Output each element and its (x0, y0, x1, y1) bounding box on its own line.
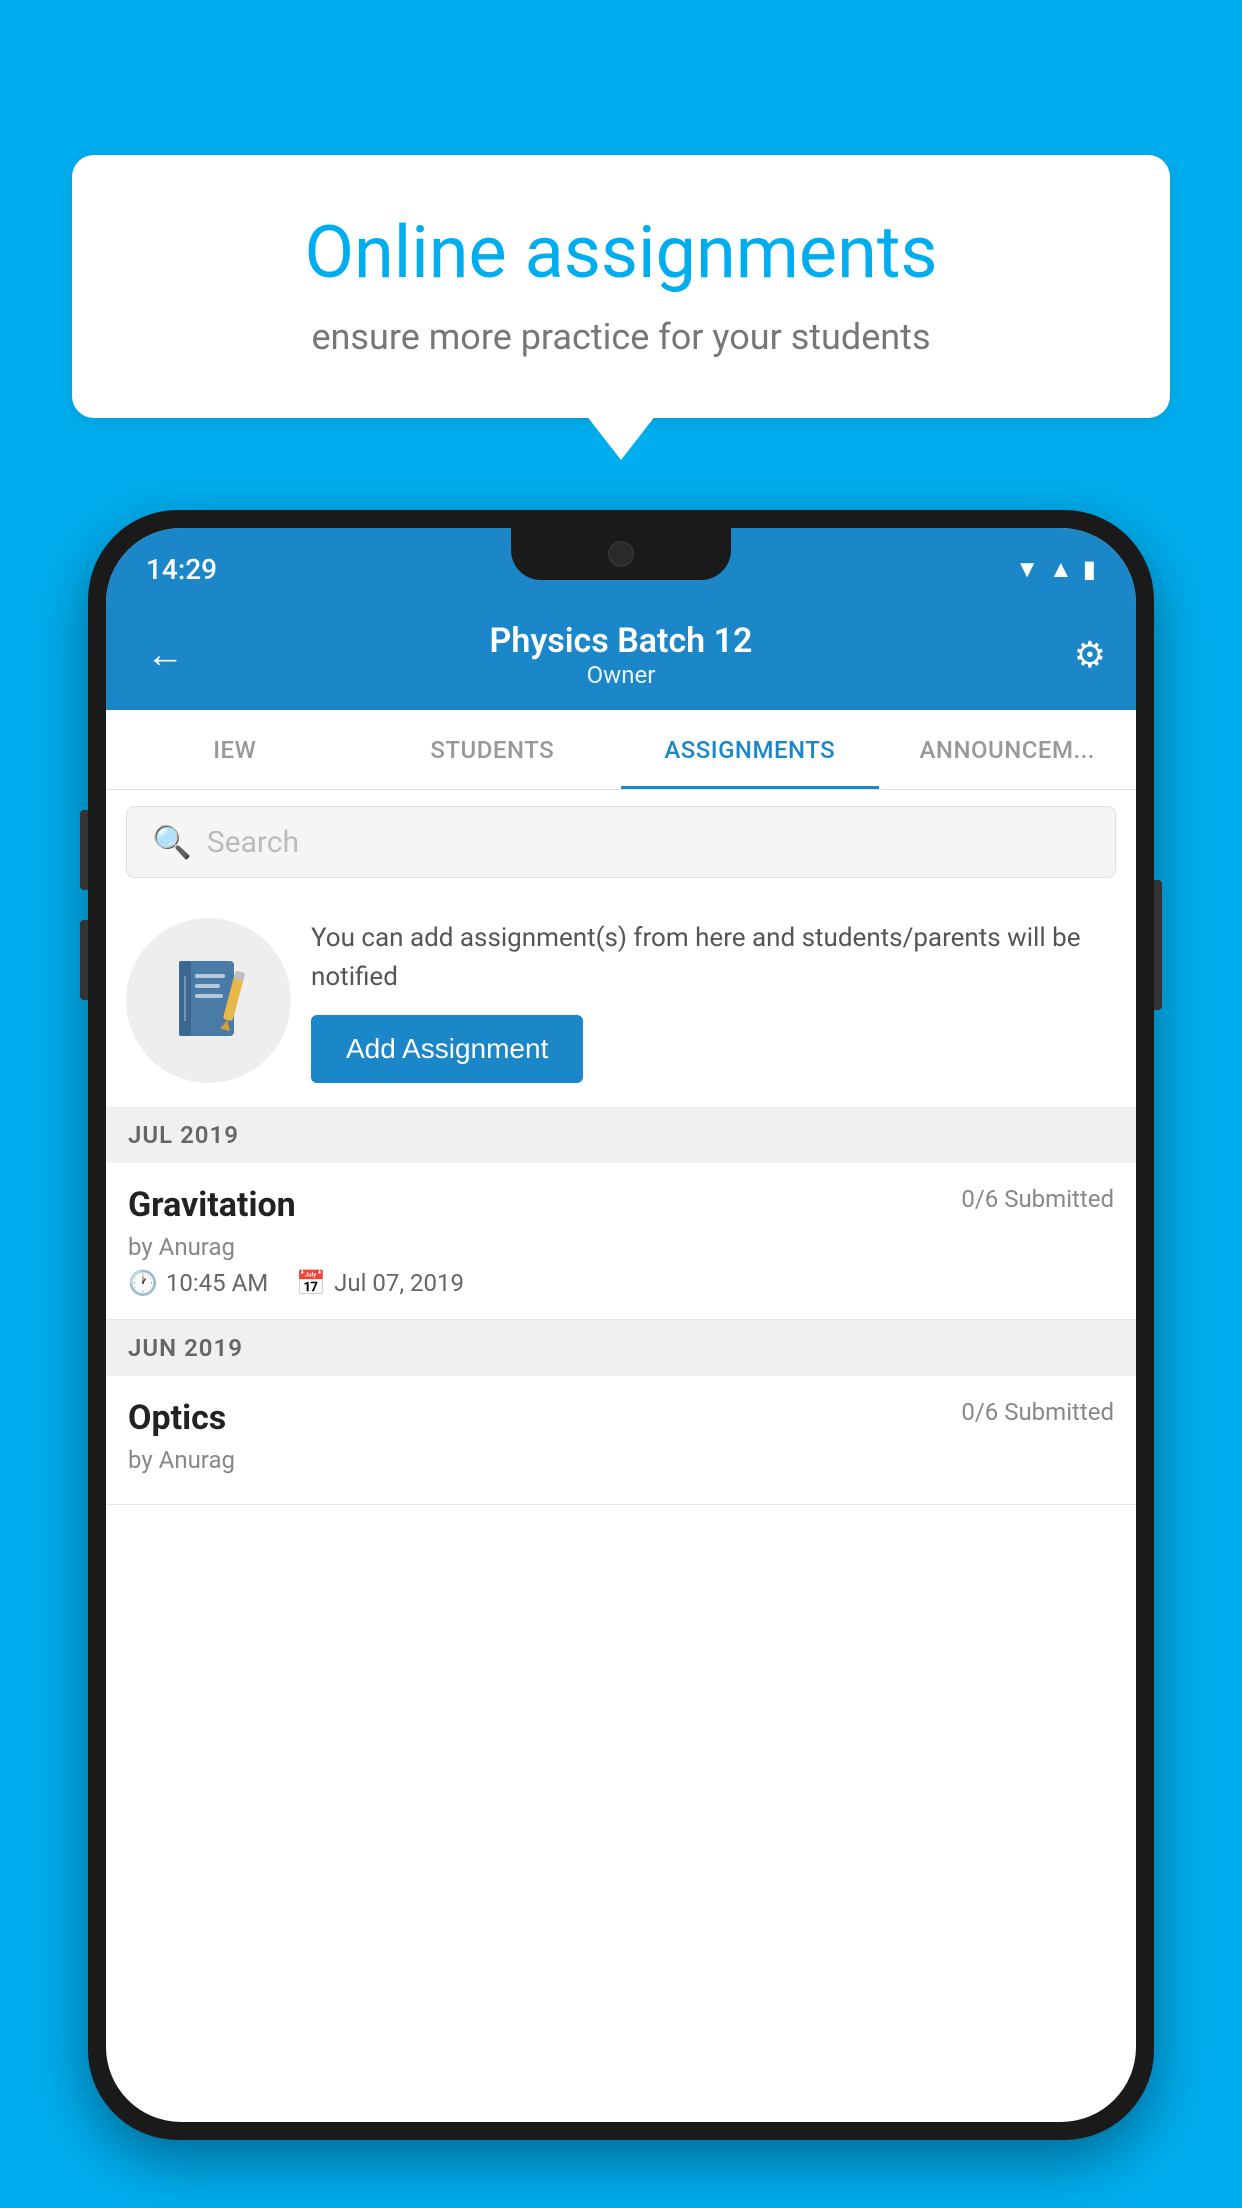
assignment-item-gravitation[interactable]: Gravitation 0/6 Submitted by Anurag 🕐 10… (106, 1163, 1136, 1320)
promo-section: You can add assignment(s) from here and … (106, 894, 1136, 1107)
promo-icon-circle (126, 918, 291, 1083)
speech-bubble-container: Online assignments ensure more practice … (72, 155, 1170, 418)
header-subtitle: Owner (490, 661, 753, 689)
tab-assignments[interactable]: ASSIGNMENTS (621, 710, 879, 789)
search-placeholder: Search (207, 825, 299, 860)
clock-icon: 🕐 (128, 1269, 158, 1297)
calendar-icon: 📅 (296, 1269, 326, 1297)
app-header: ← Physics Batch 12 Owner ⚙ (106, 600, 1136, 710)
assignment-item-optics[interactable]: Optics 0/6 Submitted by Anurag (106, 1376, 1136, 1505)
speech-bubble-title: Online assignments (132, 210, 1110, 296)
search-bar[interactable]: 🔍 Search (126, 806, 1116, 878)
header-title-container: Physics Batch 12 Owner (490, 621, 753, 689)
tab-overview[interactable]: IEW (106, 710, 364, 789)
assignment-date-value: Jul 07, 2019 (334, 1269, 464, 1297)
assignment-top-row: Gravitation 0/6 Submitted (128, 1185, 1114, 1225)
power-button (1154, 880, 1162, 1010)
promo-content: You can add assignment(s) from here and … (311, 919, 1116, 1083)
assignment-submitted-optics: 0/6 Submitted (961, 1398, 1114, 1426)
month-header-jun: JUN 2019 (106, 1320, 1136, 1376)
assignment-by: by Anurag (128, 1233, 1114, 1261)
notebook-svg-icon (169, 956, 249, 1046)
assignment-by-optics: by Anurag (128, 1446, 1114, 1474)
battery-icon: ▮ (1083, 555, 1096, 583)
search-container: 🔍 Search (106, 790, 1136, 894)
phone-notch (511, 528, 731, 580)
add-assignment-button[interactable]: Add Assignment (311, 1015, 583, 1083)
front-camera (608, 541, 634, 567)
promo-text: You can add assignment(s) from here and … (311, 919, 1116, 997)
tab-students[interactable]: STUDENTS (364, 710, 622, 789)
assignment-submitted: 0/6 Submitted (961, 1185, 1114, 1213)
settings-button[interactable]: ⚙ (1074, 634, 1106, 676)
assignment-title: Gravitation (128, 1185, 296, 1225)
speech-bubble: Online assignments ensure more practice … (72, 155, 1170, 418)
phone-frame: 14:29 ▼ ▲ ▮ ← Physics Batch 12 Owner ⚙ (88, 510, 1154, 2140)
phone-screen: 14:29 ▼ ▲ ▮ ← Physics Batch 12 Owner ⚙ (106, 528, 1136, 2122)
screen-content: 🔍 Search (106, 790, 1136, 2122)
assignment-date: 📅 Jul 07, 2019 (296, 1269, 464, 1297)
status-icons: ▼ ▲ ▮ (1015, 555, 1096, 584)
wifi-icon: ▼ (1015, 555, 1039, 584)
tab-bar: IEW STUDENTS ASSIGNMENTS ANNOUNCEM... (106, 710, 1136, 790)
volume-down-button (80, 920, 88, 1000)
tab-announcements[interactable]: ANNOUNCEM... (879, 710, 1137, 789)
assignment-time: 🕐 10:45 AM (128, 1269, 268, 1297)
search-icon: 🔍 (152, 823, 192, 861)
speech-bubble-subtitle: ensure more practice for your students (132, 316, 1110, 358)
assignment-time-value: 10:45 AM (166, 1269, 268, 1297)
assignment-title-optics: Optics (128, 1398, 226, 1438)
assignment-meta: 🕐 10:45 AM 📅 Jul 07, 2019 (128, 1269, 1114, 1297)
back-button[interactable]: ← (136, 623, 194, 687)
month-header-jul: JUL 2019 (106, 1107, 1136, 1163)
volume-up-button (80, 810, 88, 890)
signal-icon: ▲ (1049, 555, 1073, 584)
phone-mockup: 14:29 ▼ ▲ ▮ ← Physics Batch 12 Owner ⚙ (88, 510, 1154, 2208)
header-title: Physics Batch 12 (490, 621, 753, 661)
status-time: 14:29 (146, 553, 217, 586)
assignment-top-row-optics: Optics 0/6 Submitted (128, 1398, 1114, 1438)
